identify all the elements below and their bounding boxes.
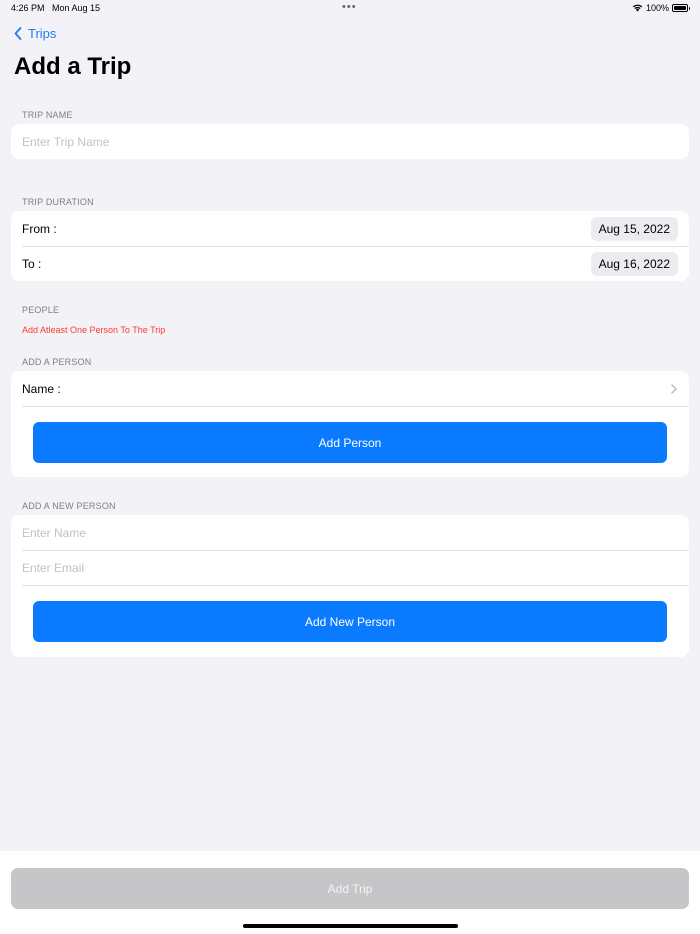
add-person-card: Name : Add Person <box>11 371 689 477</box>
add-person-section-label: ADD A PERSON <box>22 357 92 367</box>
chevron-left-icon <box>14 27 22 40</box>
trip-name-placeholder: Enter Trip Name <box>22 134 110 149</box>
trip-name-card: Enter Trip Name <box>11 124 689 159</box>
row-divider <box>22 585 689 586</box>
trip-duration-card: From : Aug 15, 2022 To : Aug 16, 2022 <box>11 211 689 281</box>
back-button-label: Trips <box>28 26 57 41</box>
people-error-message: Add Atleast One Person To The Trip <box>22 325 166 335</box>
add-new-person-section-label: ADD A NEW PERSON <box>22 501 116 511</box>
back-button[interactable]: Trips <box>14 26 56 41</box>
wifi-icon <box>632 4 643 12</box>
to-date-row: To : <box>22 246 689 281</box>
add-person-button[interactable]: Add Person <box>33 422 667 463</box>
name-label: Name : <box>22 381 61 396</box>
from-label: From : <box>22 221 57 236</box>
new-person-email-field[interactable]: Enter Email <box>22 550 689 585</box>
home-indicator <box>243 924 458 928</box>
new-person-name-field[interactable]: Enter Name <box>22 515 689 550</box>
name-placeholder: Enter Name <box>22 525 87 540</box>
page-title: Add a Trip <box>14 53 132 80</box>
people-section-label: PEOPLE <box>22 305 60 315</box>
add-trip-button[interactable]: Add Trip <box>11 868 689 909</box>
trip-name-section-label: TRIP NAME <box>22 110 73 120</box>
battery-percent: 100% <box>645 3 669 13</box>
email-placeholder: Enter Email <box>22 560 85 575</box>
name-picker-row[interactable]: Name : <box>22 371 689 406</box>
chevron-right-icon <box>671 384 677 394</box>
status-time: 4:26 PM <box>11 3 45 13</box>
add-new-person-button[interactable]: Add New Person <box>33 601 667 642</box>
trip-duration-section-label: TRIP DURATION <box>22 197 94 207</box>
add-new-person-card: Enter Name Enter Email Add New Person <box>11 515 689 657</box>
status-date: Mon Aug 15 <box>52 3 101 13</box>
status-bar: 4:26 PM Mon Aug 15 ••• 100% <box>0 0 700 18</box>
from-date-picker[interactable]: Aug 15, 2022 <box>590 217 678 241</box>
row-divider <box>22 406 689 407</box>
battery-icon <box>672 4 690 12</box>
to-label: To : <box>22 256 42 271</box>
multitasking-dots-icon[interactable]: ••• <box>342 1 357 13</box>
to-date-picker[interactable]: Aug 16, 2022 <box>590 252 678 276</box>
trip-name-field[interactable]: Enter Trip Name <box>22 124 689 159</box>
from-date-row: From : <box>22 211 689 246</box>
status-indicators: 100% <box>632 3 690 13</box>
